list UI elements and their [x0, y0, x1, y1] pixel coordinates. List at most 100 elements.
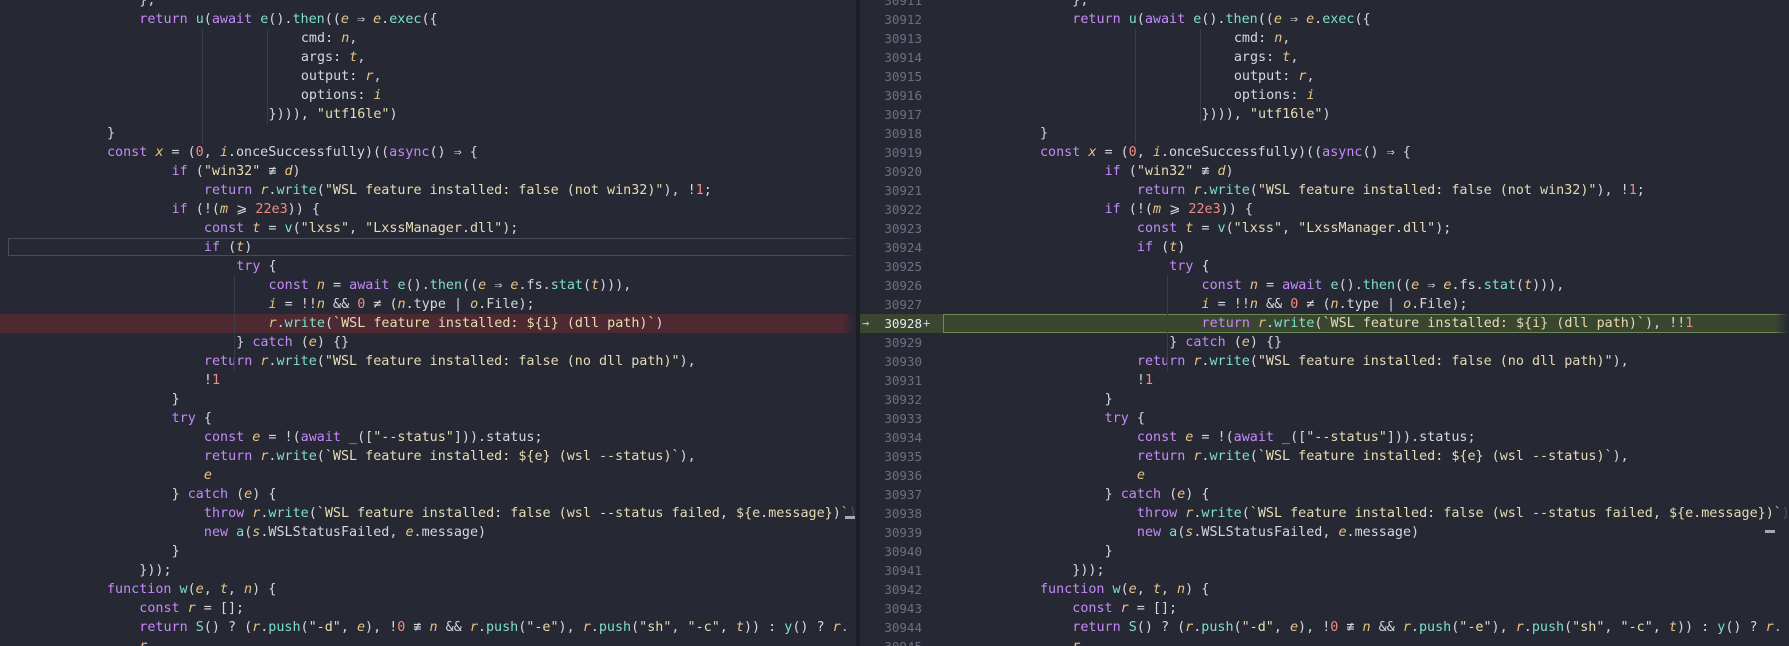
- code-text: return S() ? (r.push("-d", e), !0 ≢ n &&…: [139, 620, 849, 635]
- code-text: if ("win32" ≢ d): [1104, 164, 1234, 179]
- line-number: 30939: [884, 525, 922, 540]
- code-text: const e = !(await _(["--status"])).statu…: [203, 430, 543, 445]
- left-code-line[interactable]: if (!(m ⩾ 22e3)) {: [0, 200, 856, 219]
- right-code-line[interactable]: 30939 new a(s.WSLStatusFailed, e.message): [860, 523, 1789, 542]
- right-code-line[interactable]: 30931 !1: [860, 371, 1789, 390]
- right-code-line[interactable]: 30928 → + return r.write(`WSL feature insta…: [860, 314, 1789, 333]
- code-text: const n = await e().then((e ⇒ e.fs.stat(…: [1201, 278, 1565, 293]
- left-code-line[interactable]: try {: [0, 257, 856, 276]
- left-code-line[interactable]: }: [0, 542, 856, 561]
- right-code-line[interactable]: 30938 throw r.write(`WSL feature installe…: [860, 504, 1789, 523]
- line-number: 30920: [884, 164, 922, 179]
- line-number: 30937: [884, 487, 922, 502]
- right-code-line[interactable]: 30922 if (!(m ⩾ 22e3)) {: [860, 200, 1789, 219]
- left-code-line[interactable]: r: [0, 637, 856, 646]
- left-code-line[interactable]: i = !!n && 0 ≠ (n.type | o.File);: [0, 295, 856, 314]
- code-text: }))), "utf16le"): [268, 107, 398, 122]
- left-code-line[interactable]: const r = [];: [0, 599, 856, 618]
- left-code-line[interactable]: }: [0, 390, 856, 409]
- left-code-line[interactable]: return u(await e().then((e ⇒ e.exec({: [0, 10, 856, 29]
- left-code-line[interactable]: !1: [0, 371, 856, 390]
- right-code-line[interactable]: 30937} catch (e) {: [860, 485, 1789, 504]
- right-code-line[interactable]: 30924 if (t): [860, 238, 1789, 257]
- left-code-line[interactable]: const n = await e().then((e ⇒ e.fs.stat(…: [0, 276, 856, 295]
- right-code-line[interactable]: 30914 args: t,: [860, 48, 1789, 67]
- line-number: 30917: [884, 107, 922, 122]
- line-number: 30913: [884, 31, 922, 46]
- left-code-line[interactable]: return S() ? (r.push("-d", e), !0 ≢ n &&…: [0, 618, 856, 637]
- right-code-line[interactable]: 30935 return r.write(`WSL feature install…: [860, 447, 1789, 466]
- left-code-line[interactable]: function w(e, t, n) {: [0, 580, 856, 599]
- left-code-line[interactable]: cmd: n,: [0, 29, 856, 48]
- right-code-line[interactable]: 30925 try {: [860, 257, 1789, 276]
- right-code-line[interactable]: 30920 if ("win32" ≢ d): [860, 162, 1789, 181]
- left-code-line[interactable]: }));: [0, 561, 856, 580]
- code-text: !1: [1136, 373, 1154, 388]
- left-code-line[interactable]: options: i: [0, 86, 856, 105]
- code-text: const n = await e().then((e ⇒ e.fs.stat(…: [268, 278, 632, 293]
- line-number: 30925: [884, 259, 922, 274]
- code-text: return r.write(`WSL feature installed: $…: [1136, 449, 1629, 464]
- diff-right-pane[interactable]: 30911}; 30912 return u(await e().then((e ⇒…: [860, 0, 1789, 646]
- left-code-line[interactable]: args: t,: [0, 48, 856, 67]
- code-text: const r = [];: [1072, 601, 1178, 616]
- left-code-line[interactable]: }: [0, 124, 856, 143]
- left-code-line[interactable]: output: r,: [0, 67, 856, 86]
- left-code-line[interactable]: }))), "utf16le"): [0, 105, 856, 124]
- right-code-line[interactable]: 30915 output: r,: [860, 67, 1789, 86]
- right-code-line[interactable]: 30923 const t = v("lxss", "LxssManager.dl…: [860, 219, 1789, 238]
- code-text: args: t,: [300, 50, 366, 65]
- diff-arrow-icon[interactable]: →: [862, 314, 869, 333]
- left-code-line[interactable]: const x = (0, i.onceSuccessfully)((async…: [0, 143, 856, 162]
- right-code-line[interactable]: 30929} catch (e) {}: [860, 333, 1789, 352]
- right-code-line[interactable]: 30943 const r = [];: [860, 599, 1789, 618]
- right-code-line[interactable]: 30944 return S() ? (r.push("-d", e), !0 ≢…: [860, 618, 1789, 637]
- left-code-line[interactable]: } catch (e) {: [0, 485, 856, 504]
- code-text: i = !!n && 0 ≠ (n.type | o.File);: [1201, 297, 1468, 312]
- right-code-line[interactable]: 30942 function w(e, t, n) {: [860, 580, 1789, 599]
- left-code-line[interactable]: return r.write(`WSL feature installed: $…: [0, 447, 856, 466]
- left-code-line[interactable]: if (t): [0, 238, 856, 257]
- left-code-line[interactable]: try {: [0, 409, 856, 428]
- right-code-line[interactable]: 30916 options: i: [860, 86, 1789, 105]
- right-code-line[interactable]: 30940}: [860, 542, 1789, 561]
- left-code-line[interactable]: throw r.write(`WSL feature installed: fa…: [0, 504, 856, 523]
- right-code-line[interactable]: 30912 return u(await e().then((e ⇒ e.exec…: [860, 10, 1789, 29]
- right-code-line[interactable]: 30941}));: [860, 561, 1789, 580]
- left-code-line[interactable]: e: [0, 466, 856, 485]
- right-code-line[interactable]: 30926 const n = await e().then((e ⇒ e.fs.…: [860, 276, 1789, 295]
- right-code-line[interactable]: 30933 try {: [860, 409, 1789, 428]
- code-text: try {: [236, 259, 277, 274]
- diff-left-pane[interactable]: }; return u(await e().then((e ⇒ e.exec({c…: [0, 0, 856, 646]
- line-number: 30926: [884, 278, 922, 293]
- code-text: }: [106, 126, 116, 141]
- line-number: 30931: [884, 373, 922, 388]
- right-code-line[interactable]: 30936 e: [860, 466, 1789, 485]
- code-text: args: t,: [1233, 50, 1299, 65]
- right-code-line[interactable]: 30913 cmd: n,: [860, 29, 1789, 48]
- right-code-line[interactable]: 30917}))), "utf16le"): [860, 105, 1789, 124]
- left-code-line[interactable]: return r.write("WSL feature installed: f…: [0, 352, 856, 371]
- left-code-line[interactable]: } catch (e) {}: [0, 333, 856, 352]
- line-number: 30924: [884, 240, 922, 255]
- left-code-line[interactable]: const t = v("lxss", "LxssManager.dll");: [0, 219, 856, 238]
- code-text: try {: [1169, 259, 1210, 274]
- code-text: r.write(`WSL feature installed: ${i} (dl…: [268, 316, 664, 331]
- left-code-line[interactable]: const e = !(await _(["--status"])).statu…: [0, 428, 856, 447]
- right-code-line[interactable]: 30911};: [860, 0, 1789, 10]
- left-code-line[interactable]: if ("win32" ≢ d): [0, 162, 856, 181]
- left-code-lines: }; return u(await e().then((e ⇒ e.exec({c…: [0, 0, 856, 646]
- right-code-line[interactable]: 30945 r: [860, 637, 1789, 646]
- left-code-line[interactable]: };: [0, 0, 856, 10]
- right-code-line[interactable]: 30927 i = !!n && 0 ≠ (n.type | o.File);: [860, 295, 1789, 314]
- left-code-line[interactable]: r.write(`WSL feature installed: ${i} (dl…: [0, 314, 856, 333]
- left-code-line[interactable]: new a(s.WSLStatusFailed, e.message): [0, 523, 856, 542]
- code-text: function w(e, t, n) {: [1039, 582, 1210, 597]
- right-code-line[interactable]: 30918}: [860, 124, 1789, 143]
- right-code-line[interactable]: 30934 const e = !(await _(["--status"])).…: [860, 428, 1789, 447]
- left-code-line[interactable]: return r.write("WSL feature installed: f…: [0, 181, 856, 200]
- right-code-line[interactable]: 30930 return r.write("WSL feature install…: [860, 352, 1789, 371]
- right-code-line[interactable]: 30932}: [860, 390, 1789, 409]
- right-code-line[interactable]: 30921 return r.write("WSL feature install…: [860, 181, 1789, 200]
- right-code-line[interactable]: 30919 const x = (0, i.onceSuccessfully)((…: [860, 143, 1789, 162]
